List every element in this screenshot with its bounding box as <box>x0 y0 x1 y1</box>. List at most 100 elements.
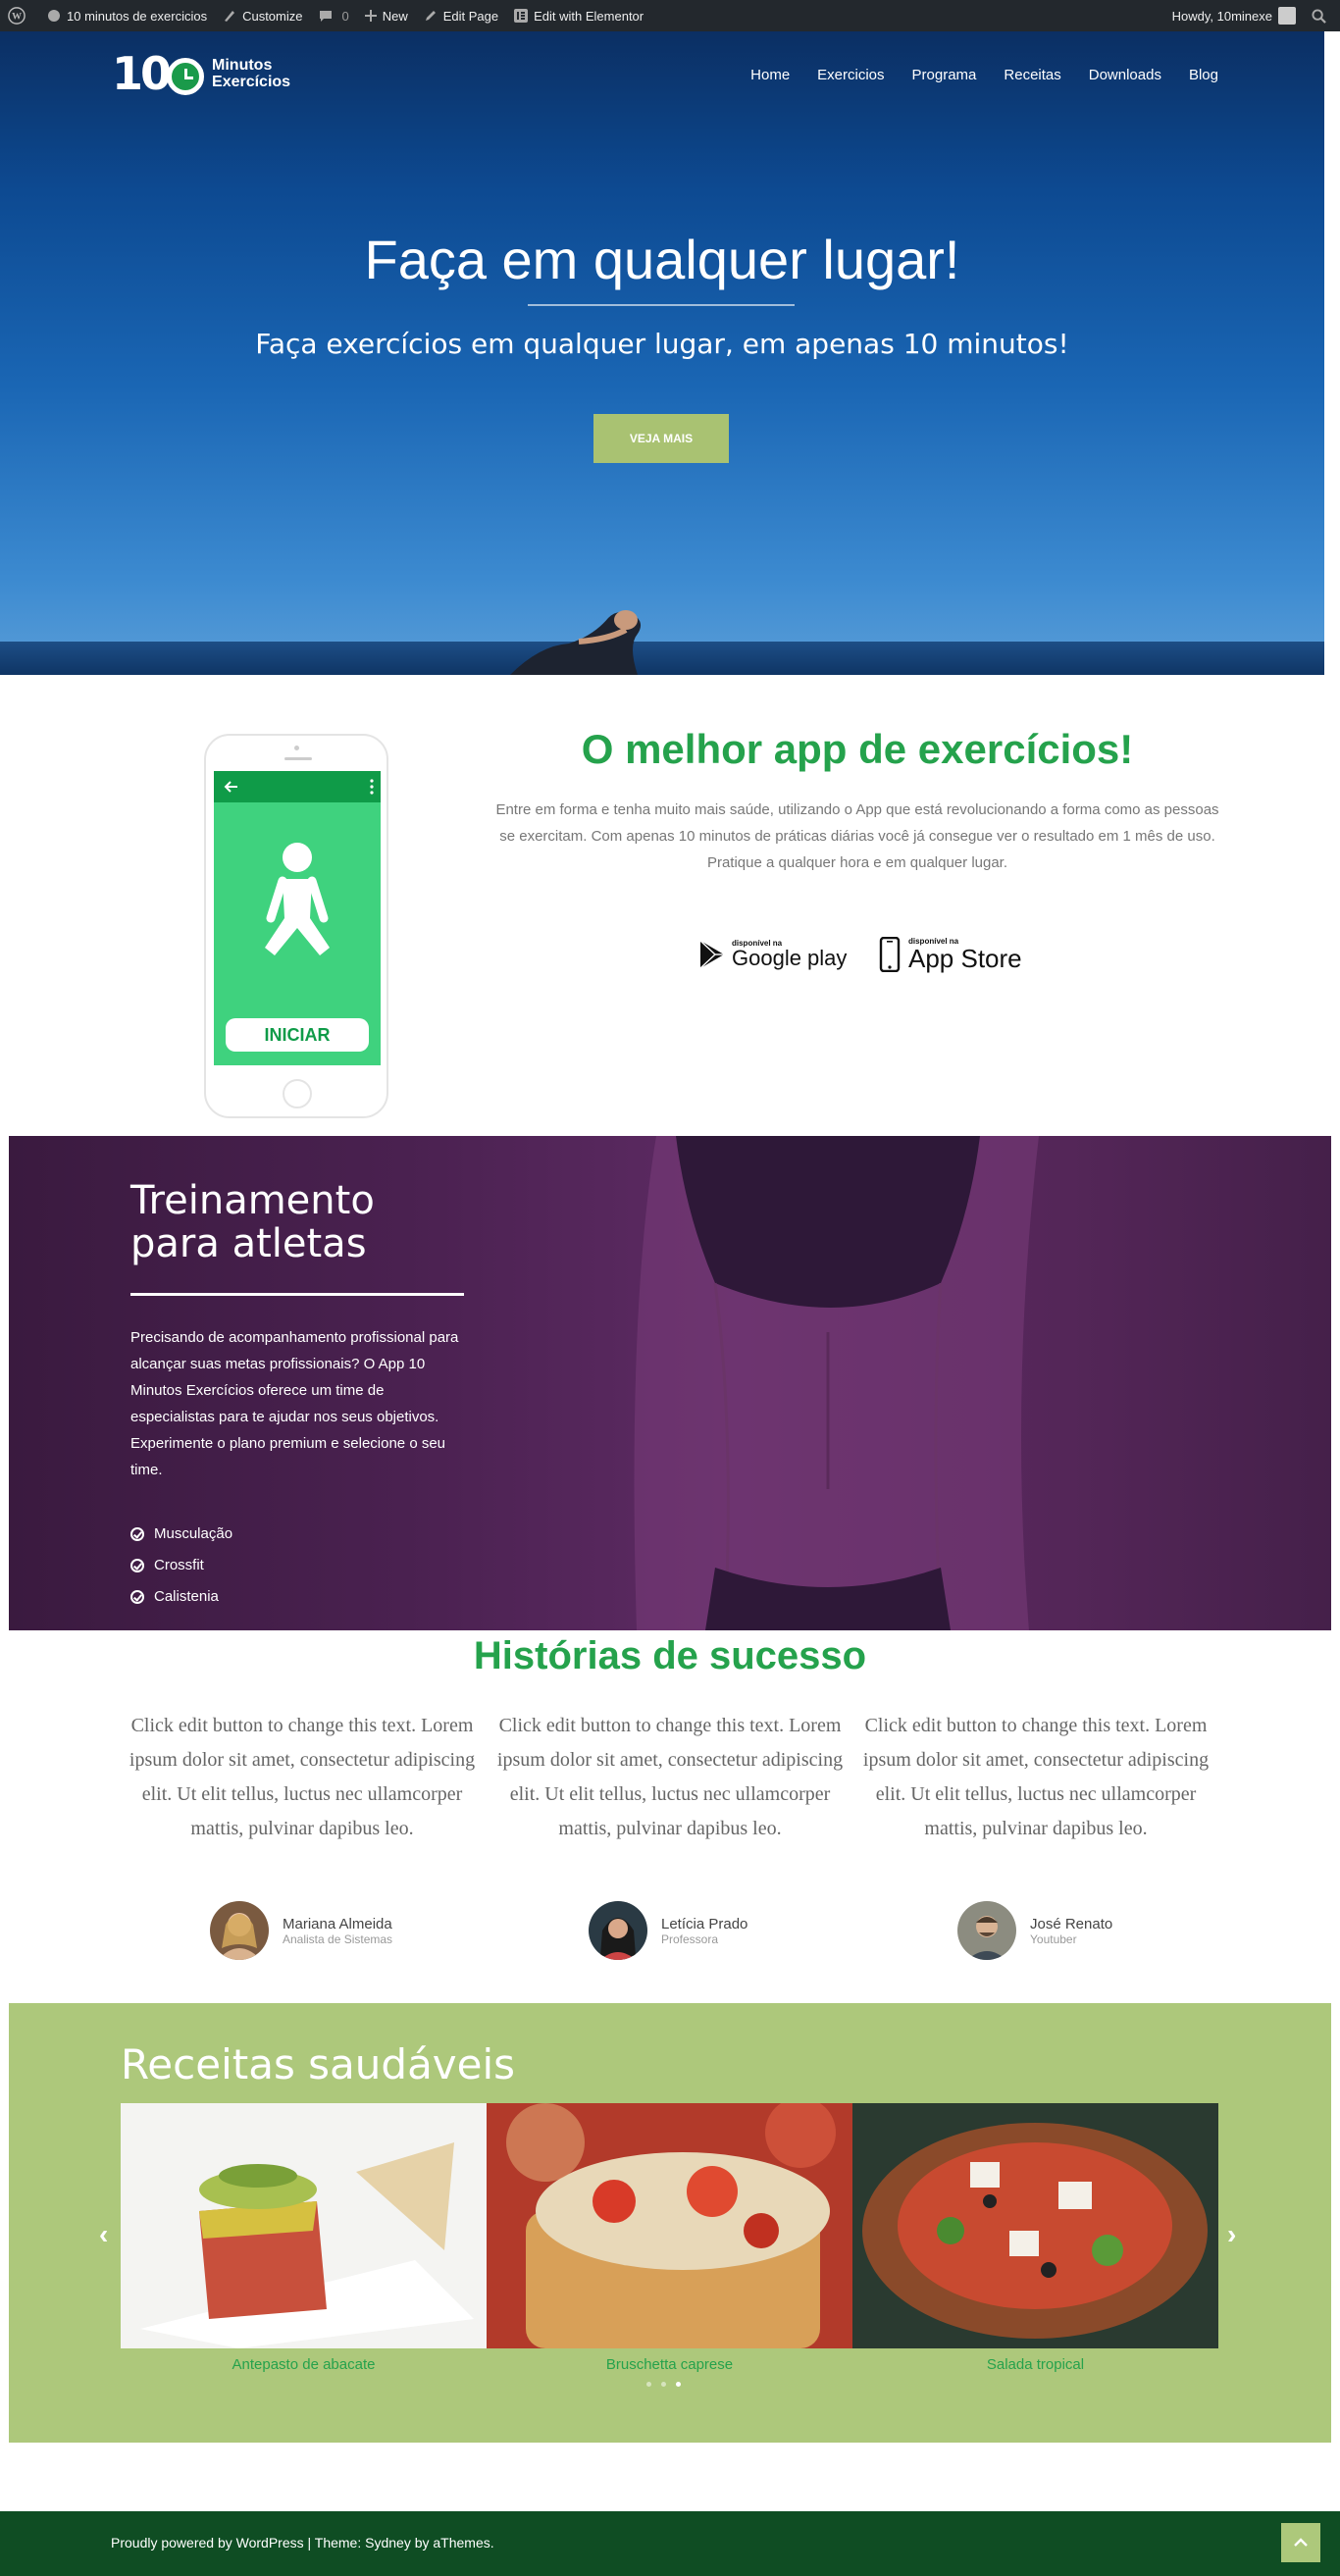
dashboard-icon <box>48 10 60 22</box>
carousel-dot[interactable] <box>661 2382 666 2387</box>
new-label: New <box>382 8 408 24</box>
phone-camera <box>294 746 299 750</box>
admin-customize[interactable]: Customize <box>215 0 310 31</box>
logo-text: Minutos Exercícios <box>212 57 290 90</box>
recipe-image-bruschetta <box>487 2103 852 2348</box>
phone-app-bar <box>214 771 381 802</box>
wordpress-logo-icon[interactable]: W <box>0 0 39 31</box>
avatar <box>210 1901 269 1960</box>
elementor-icon <box>514 9 529 23</box>
svg-text:W: W <box>12 12 22 23</box>
list-item: Musculação <box>130 1519 232 1550</box>
app-section-title: O melhor app de exercícios! <box>581 726 1134 772</box>
athletes-text: Precisando de acompanhamento profissiona… <box>130 1329 459 1478</box>
recipes-title: Receitas saudáveis <box>121 2040 516 2088</box>
athletes-title: Treinamento para atletas <box>130 1179 375 1265</box>
logo-number: 10 <box>112 47 172 100</box>
carousel-dots <box>646 2382 681 2387</box>
clock-icon <box>167 58 205 95</box>
admin-edit-page[interactable]: Edit Page <box>416 0 506 31</box>
admin-account[interactable]: Howdy, 10minexe <box>1164 0 1304 31</box>
recipe-card[interactable] <box>487 2103 852 2348</box>
recipe-caption[interactable]: Antepasto de abacate <box>121 2348 487 2373</box>
recipes-section: Receitas saudáveis ‹ › Antepasto de abac… <box>9 2003 1331 2443</box>
author-name: José Renato <box>1030 1915 1113 1932</box>
back-arrow-icon <box>224 781 237 793</box>
nav-downloads[interactable]: Downloads <box>1089 67 1161 83</box>
carousel-prev-icon[interactable]: ‹ <box>99 2219 108 2250</box>
testimonial-text: Click edit button to change this text. L… <box>129 1715 476 1839</box>
hero-subtitle: Faça exercícios em qualquer lugar, em ap… <box>255 328 1069 360</box>
nav-programa[interactable]: Programa <box>912 67 977 83</box>
testimonial-text: Click edit button to change this text. L… <box>496 1715 844 1839</box>
author-name: Mariana Almeida <box>283 1915 392 1932</box>
athletes-list: Musculação Crossfit Calistenia <box>130 1519 232 1613</box>
carousel-dot-active[interactable] <box>676 2382 681 2387</box>
recipe-card[interactable] <box>852 2103 1218 2348</box>
nav-blog[interactable]: Blog <box>1189 67 1218 83</box>
athlete-torso-image <box>634 1136 1039 1630</box>
admin-edit-elementor[interactable]: Edit with Elementor <box>506 0 651 31</box>
comments-count: 0 <box>341 8 349 24</box>
iniciar-button[interactable]: INICIAR <box>226 1018 369 1052</box>
google-play-icon <box>699 940 724 969</box>
phone-mockup-image: INICIAR <box>204 734 388 1118</box>
google-play-badge[interactable]: disponível na Google play <box>698 934 847 975</box>
chevron-up-icon <box>1294 2538 1308 2547</box>
logo-line1: Minutos <box>212 57 273 74</box>
admin-new[interactable]: New <box>357 0 416 31</box>
comment-icon <box>319 11 332 22</box>
testimonial-author: Mariana Almeida Analista de Sistemas <box>210 1901 392 1960</box>
scroll-to-top-button[interactable] <box>1281 2523 1320 2562</box>
check-circle-icon <box>130 1527 144 1541</box>
phone-home-button <box>283 1079 312 1108</box>
app-store-badge[interactable]: disponível na App Store <box>879 934 1022 975</box>
author-role: Analista de Sistemas <box>283 1932 393 1946</box>
athletes-divider <box>130 1293 464 1296</box>
list-item-label: Calistenia <box>154 1588 219 1605</box>
avatar <box>589 1901 647 1960</box>
list-item: Crossfit <box>130 1550 232 1581</box>
exercise-figure-icon <box>265 843 330 955</box>
hero-person-image <box>510 610 642 675</box>
phone-screen: INICIAR <box>214 771 381 1065</box>
testimonial-author: José Renato Youtuber <box>957 1901 1112 1960</box>
hero-divider <box>528 304 795 306</box>
veja-mais-button[interactable]: VEJA MAIS <box>593 414 729 463</box>
admin-comments[interactable]: 0 <box>311 0 357 31</box>
check-circle-icon <box>130 1590 144 1604</box>
check-circle-icon <box>130 1559 144 1572</box>
recipe-caption[interactable]: Bruschetta caprese <box>487 2348 852 2373</box>
admin-search-icon[interactable] <box>1304 0 1340 31</box>
nav-exercicios[interactable]: Exercicios <box>817 67 884 83</box>
brush-icon <box>225 11 235 22</box>
athletes-section: Treinamento para atletas Precisando de a… <box>9 1136 1331 1630</box>
carousel-dot[interactable] <box>646 2382 651 2387</box>
list-item-label: Musculação <box>154 1525 233 1542</box>
recipe-image-salad <box>852 2103 1218 2348</box>
stories-title: Histórias de sucesso <box>473 1634 867 1677</box>
testimonial-author: Letícia Prado Professora <box>589 1901 747 1960</box>
edit-page-label: Edit Page <box>442 8 499 24</box>
nav-receitas[interactable]: Receitas <box>1004 67 1060 83</box>
site-logo[interactable]: 10 Minutos Exercícios <box>112 51 290 96</box>
site-name-label: 10 minutos de exercicios <box>67 8 208 24</box>
recipe-caption[interactable]: Salada tropical <box>852 2348 1218 2373</box>
iphone-icon <box>879 937 901 972</box>
hero-title: Faça em qualquer lugar! <box>364 229 960 290</box>
author-role: Professora <box>661 1932 719 1946</box>
admin-site-name[interactable]: 10 minutos de exercicios <box>39 0 215 31</box>
google-play-big: Google play <box>732 946 848 970</box>
plus-icon <box>364 10 377 22</box>
author-role: Youtuber <box>1030 1932 1077 1946</box>
more-vert-icon <box>370 779 374 795</box>
pencil-icon <box>425 11 436 21</box>
hero-section: 10 Minutos Exercícios Home Exercicios Pr… <box>0 31 1324 675</box>
nav-home[interactable]: Home <box>750 67 790 83</box>
recipe-card[interactable] <box>121 2103 487 2348</box>
avatar <box>957 1901 1016 1960</box>
app-store-big: App Store <box>908 944 1022 973</box>
carousel-next-icon[interactable]: › <box>1227 2219 1236 2250</box>
list-item-label: Crossfit <box>154 1557 204 1573</box>
author-name: Letícia Prado <box>661 1915 748 1932</box>
